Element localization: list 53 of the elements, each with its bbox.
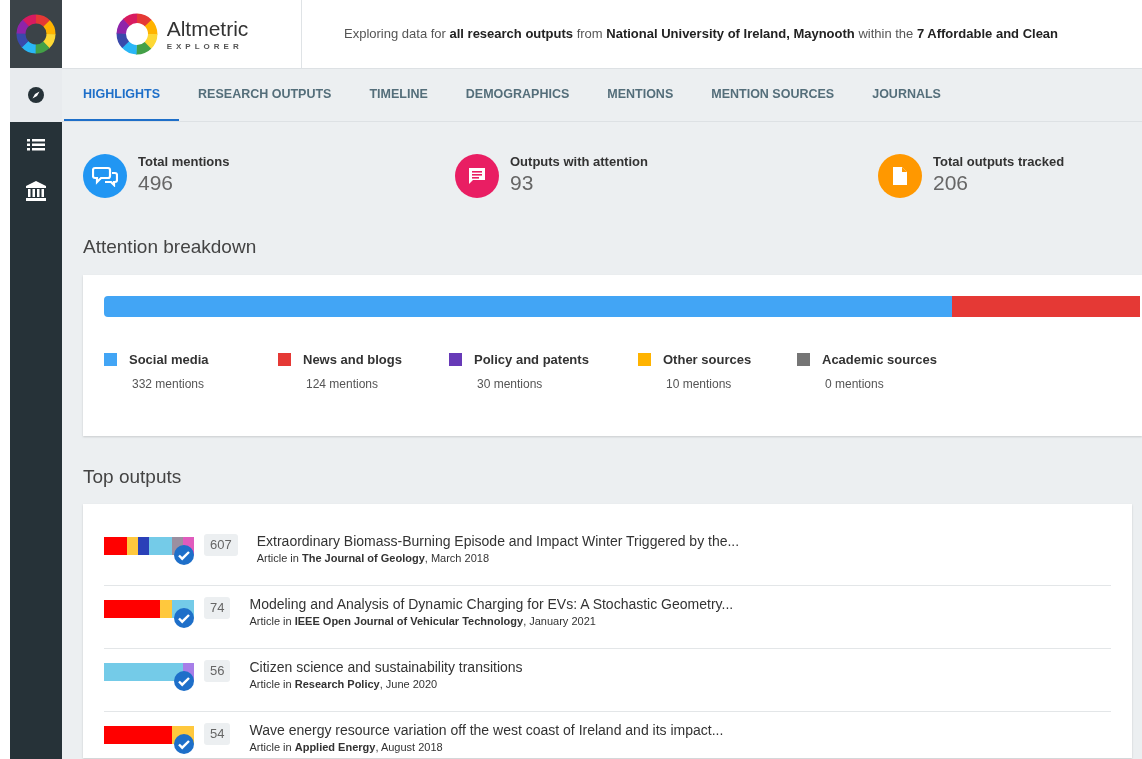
legend-label: Other sources <box>663 350 752 369</box>
stat-label: Outputs with attention <box>510 154 648 170</box>
stat-value: 206 <box>933 170 970 196</box>
scope-summary: Exploring data for all research outputs from National University of Ireland, Maynooth within the 7 Affordable and Clean <box>344 25 1059 44</box>
output-title[interactable]: Citizen science and sustainability transitions <box>249 658 523 676</box>
section-title: Attention breakdown <box>83 235 258 259</box>
output-meta: Article in Applied Energy, August 2018 <box>249 741 444 754</box>
legend-label: News and blogs <box>303 350 402 369</box>
legend-label: Social media <box>129 350 209 369</box>
mention-count: 10 mentions <box>666 376 733 393</box>
mention-count: 124 mentions <box>306 376 380 393</box>
sidebar-item[interactable] <box>10 68 62 122</box>
stat-label: Total mentions <box>138 154 230 170</box>
attention-score: 56 <box>204 660 231 682</box>
compass-icon <box>27 86 45 104</box>
logo-icon[interactable] <box>15 13 57 55</box>
legend-label: Academic sources <box>822 350 937 369</box>
logo-subtitle: EXPLORER <box>166 42 244 51</box>
output-title[interactable]: Wave energy resource variation off the west coast of Ireland and its impact... <box>249 721 724 739</box>
nav-tab[interactable]: HIGHLIGHTS <box>64 69 180 121</box>
nav-tab[interactable]: JOURNALS <box>853 69 960 121</box>
message-icon <box>467 166 487 186</box>
nav-tab[interactable]: MENTION SOURCES <box>692 69 854 121</box>
check-badge-icon <box>174 608 194 628</box>
mention-count: 30 mentions <box>477 376 544 393</box>
section-title: Top outputs <box>83 464 183 489</box>
mention-count: 0 mentions <box>825 376 885 393</box>
mention-count: 332 mentions <box>132 376 206 393</box>
output-title[interactable]: Extraordinary Biomass-Burning Episode and Impact Winter Triggered by the... <box>256 532 740 550</box>
check-badge-icon <box>174 545 194 565</box>
attention-score: 54 <box>204 723 231 745</box>
logo-icon <box>114 12 159 56</box>
nav-tab[interactable]: DEMOGRAPHICS <box>446 69 589 121</box>
check-badge-icon <box>174 734 194 754</box>
stat-value: 93 <box>510 170 535 196</box>
nav-tab[interactable]: RESEARCH OUTPUTS <box>179 69 351 121</box>
logo-title: Altmetric <box>166 17 249 39</box>
legend-label: Policy and patents <box>474 350 589 369</box>
list-icon <box>27 138 45 152</box>
stat-label: Total outputs tracked <box>933 154 1065 170</box>
attention-score: 607 <box>204 534 238 556</box>
institution-icon <box>25 180 47 202</box>
attention-score: 74 <box>204 597 231 619</box>
nav-tab[interactable]: TIMELINE <box>350 69 447 121</box>
output-title[interactable]: Modeling and Analysis of Dynamic Charging for EVs: A Stochastic Geometry... <box>249 595 734 613</box>
output-meta: Article in IEEE Open Journal of Vehicular Technology, January 2021 <box>249 615 597 628</box>
speech-bubbles-icon <box>92 165 118 187</box>
stat-value: 496 <box>138 170 175 196</box>
output-meta: Article in Research Policy, June 2020 <box>249 678 439 691</box>
nav-tab[interactable]: MENTIONS <box>588 69 693 121</box>
document-icon <box>892 166 908 186</box>
check-badge-icon <box>174 671 194 691</box>
output-meta: Article in The Journal of Geology, March 2018 <box>256 552 490 565</box>
